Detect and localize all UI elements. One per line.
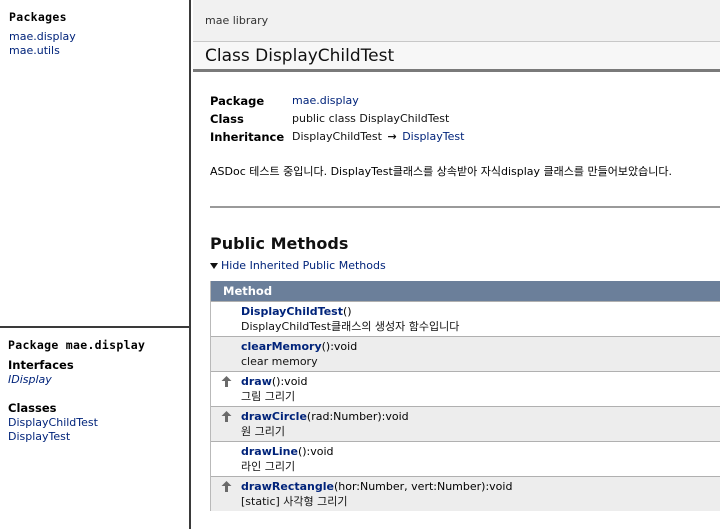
method-description: [static] 사각형 그리기 — [241, 495, 348, 508]
meta-package-row: Package mae.display — [210, 92, 703, 110]
methods-table-header: Method — [211, 281, 720, 301]
interfaces-heading: Interfaces — [8, 358, 74, 372]
method-description: 라인 그리기 — [241, 460, 296, 473]
inheritance-current: DisplayChildTest — [292, 130, 382, 143]
meta-inheritance-row: Inheritance DisplayChildTest → DisplayTe… — [210, 128, 703, 146]
method-row: drawRectangle(hor:Number, vert:Number):v… — [211, 476, 720, 511]
method-description: 그림 그리기 — [241, 390, 296, 403]
public-methods-heading: Public Methods — [210, 234, 349, 253]
method-row: draw():void 그림 그리기 — [211, 371, 720, 406]
inherited-cell — [211, 302, 241, 336]
methods-table: Method DisplayChildTest() DisplayChildTe… — [210, 281, 720, 511]
method-row: drawCircle(rad:Number):void 원 그리기 — [211, 406, 720, 441]
meta-class-label: Class — [210, 112, 244, 126]
method-description: clear memory — [241, 355, 318, 368]
method-link-drawcircle[interactable]: drawCircle — [241, 410, 307, 423]
method-params: ():void — [321, 340, 358, 353]
method-row: drawLine():void 라인 그리기 — [211, 441, 720, 476]
meta-class-value: public class DisplayChildTest — [292, 112, 450, 125]
method-link-drawrectangle[interactable]: drawRectangle — [241, 480, 334, 493]
classes-heading: Classes — [8, 401, 57, 415]
interface-link-idisplay[interactable]: IDisplay — [8, 373, 181, 387]
method-link-displaychildtest[interactable]: DisplayChildTest — [241, 305, 343, 318]
packages-frame: Packages mae.display mae.utils — [0, 0, 191, 326]
inheritance-arrow-icon: → — [387, 130, 397, 143]
method-params: ():void — [271, 375, 308, 388]
triangle-down-icon — [210, 262, 218, 269]
package-detail-heading: Package mae.display — [8, 338, 146, 352]
meta-class-row: Class public class DisplayChildTest — [210, 110, 703, 128]
method-params: () — [342, 305, 352, 318]
meta-package-label: Package — [210, 94, 265, 108]
hide-inherited-label[interactable]: Hide Inherited Public Methods — [221, 259, 386, 272]
method-params: (rad:Number):void — [306, 410, 409, 423]
class-meta: Package mae.display Class public class D… — [193, 72, 720, 146]
library-title: mae library — [205, 14, 269, 27]
method-row: clearMemory():void clear memory — [211, 336, 720, 371]
meta-inheritance-label: Inheritance — [210, 130, 285, 144]
hide-inherited-toggle[interactable]: Hide Inherited Public Methods — [193, 253, 720, 272]
packages-heading: Packages — [9, 10, 67, 24]
method-row: DisplayChildTest() DisplayChildTest클래스의 … — [211, 301, 720, 336]
package-link-mae-display[interactable]: mae.display — [9, 30, 180, 44]
package-link-mae-utils[interactable]: mae.utils — [9, 44, 180, 58]
inherited-cell — [211, 477, 241, 511]
class-description: ASDoc 테스트 중입니다. DisplayTest클래스를 상속받아 자식d… — [210, 165, 672, 178]
class-link-displaychildtest[interactable]: DisplayChildTest — [8, 416, 181, 430]
class-content-frame: mae library Class DisplayChildTest Packa… — [193, 0, 720, 529]
up-arrow-icon — [221, 376, 232, 387]
method-link-drawline[interactable]: drawLine — [241, 445, 298, 458]
up-arrow-icon — [221, 411, 232, 422]
class-title: Class DisplayChildTest — [205, 46, 395, 66]
class-title-bar: Class DisplayChildTest — [193, 42, 720, 72]
method-params: ():void — [297, 445, 334, 458]
inherited-cell — [211, 372, 241, 406]
inherited-cell — [211, 407, 241, 441]
package-detail-frame: Package mae.display Interfaces IDisplay … — [0, 326, 191, 529]
inherited-cell — [211, 337, 241, 371]
method-link-draw[interactable]: draw — [241, 375, 272, 388]
method-params: (hor:Number, vert:Number):void — [333, 480, 513, 493]
inheritance-parent-link[interactable]: DisplayTest — [402, 130, 464, 143]
library-title-bar: mae library — [193, 0, 720, 42]
method-description: DisplayChildTest클래스의 생성자 함수입니다 — [241, 320, 460, 333]
method-description: 원 그리기 — [241, 425, 285, 438]
method-link-clearmemory[interactable]: clearMemory — [241, 340, 322, 353]
inherited-cell — [211, 442, 241, 476]
method-column-header: Method — [223, 284, 273, 298]
class-link-displaytest[interactable]: DisplayTest — [8, 430, 181, 444]
up-arrow-icon — [221, 481, 232, 492]
meta-package-link[interactable]: mae.display — [292, 94, 359, 107]
